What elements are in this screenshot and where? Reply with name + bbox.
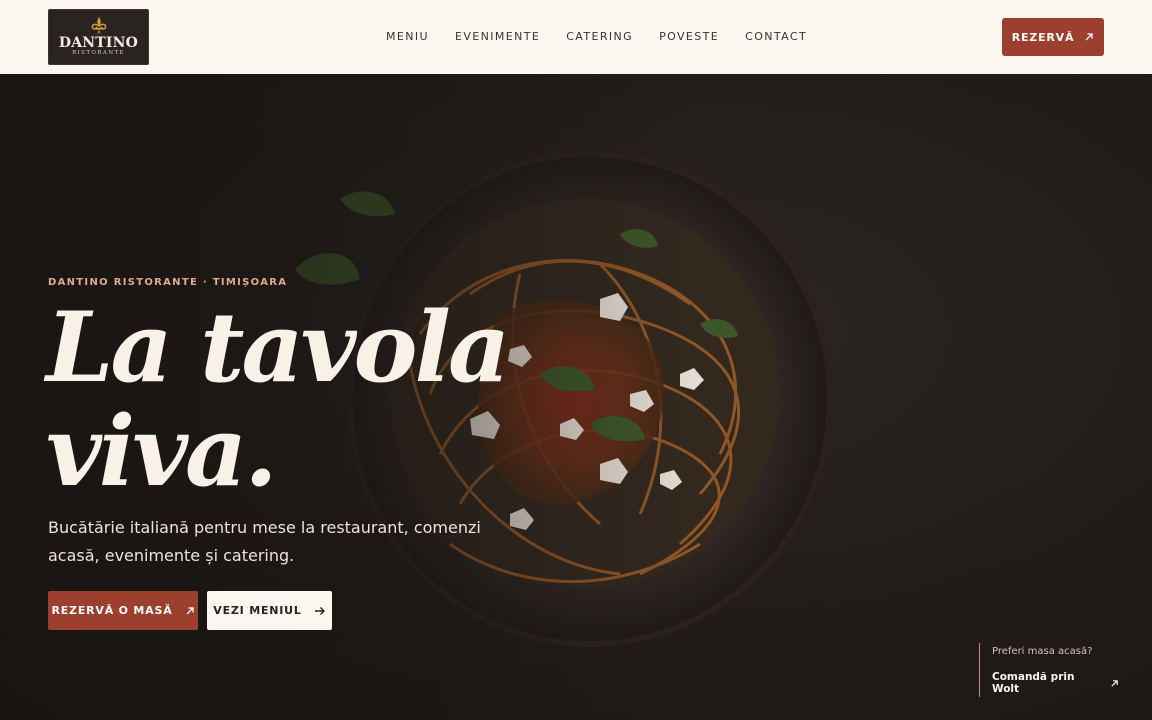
arrow-up-right-icon — [1084, 32, 1094, 42]
nav-item-evenimente[interactable]: EVENIMENTE — [455, 29, 540, 45]
site-header: DANTINO RISTORANTE MENIU EVENIMENTE CATE… — [0, 0, 1152, 74]
main-nav: MENIU EVENIMENTE CATERING POVESTE CONTAC… — [386, 29, 833, 45]
headline-line-1: La tavola — [46, 291, 510, 404]
hero-lead: Bucătărie italiană pentru mese la restau… — [48, 518, 481, 565]
arrow-up-right-icon — [185, 606, 195, 616]
view-menu-button[interactable]: VEZI MENIUL — [207, 591, 332, 630]
nav-item-catering[interactable]: CATERING — [566, 29, 633, 45]
wolt-question: Preferi masa acasă? — [992, 646, 1093, 657]
wolt-order-link[interactable]: Comandă prin Wolt — [992, 671, 1119, 695]
reserve-table-label: REZERVĂ O MASĂ — [51, 604, 173, 617]
fleur-de-lis-icon — [91, 16, 106, 35]
nav-item-meniu[interactable]: MENIU — [386, 29, 429, 45]
brand-name: DANTINO — [58, 35, 139, 51]
hero-eyebrow: DANTINO RISTORANTE · TIMIȘOARA — [48, 277, 288, 288]
reserve-header-button[interactable]: REZERVĂ — [1002, 18, 1104, 56]
hero-section: DANTINO RISTORANTE · TIMIȘOARA La tavola… — [0, 74, 1152, 720]
wolt-panel: Preferi masa acasă? Comandă prin Wolt — [979, 643, 1119, 697]
reserve-table-button[interactable]: REZERVĂ O MASĂ — [48, 591, 198, 630]
headline-line-2: viva. — [46, 395, 278, 508]
nav-item-poveste[interactable]: POVESTE — [659, 29, 719, 45]
view-menu-label: VEZI MENIUL — [213, 604, 302, 617]
arrow-right-icon — [314, 606, 326, 616]
brand-subtitle: RISTORANTE — [72, 50, 125, 56]
wolt-link-label: Comandă prin Wolt — [992, 671, 1075, 695]
hero-headline: La tavola viva. — [46, 296, 646, 504]
logo[interactable]: DANTINO RISTORANTE — [48, 9, 149, 65]
reserve-header-label: REZERVĂ — [1011, 30, 1075, 44]
arrow-up-right-icon — [1110, 679, 1119, 688]
nav-item-contact[interactable]: CONTACT — [745, 29, 807, 45]
